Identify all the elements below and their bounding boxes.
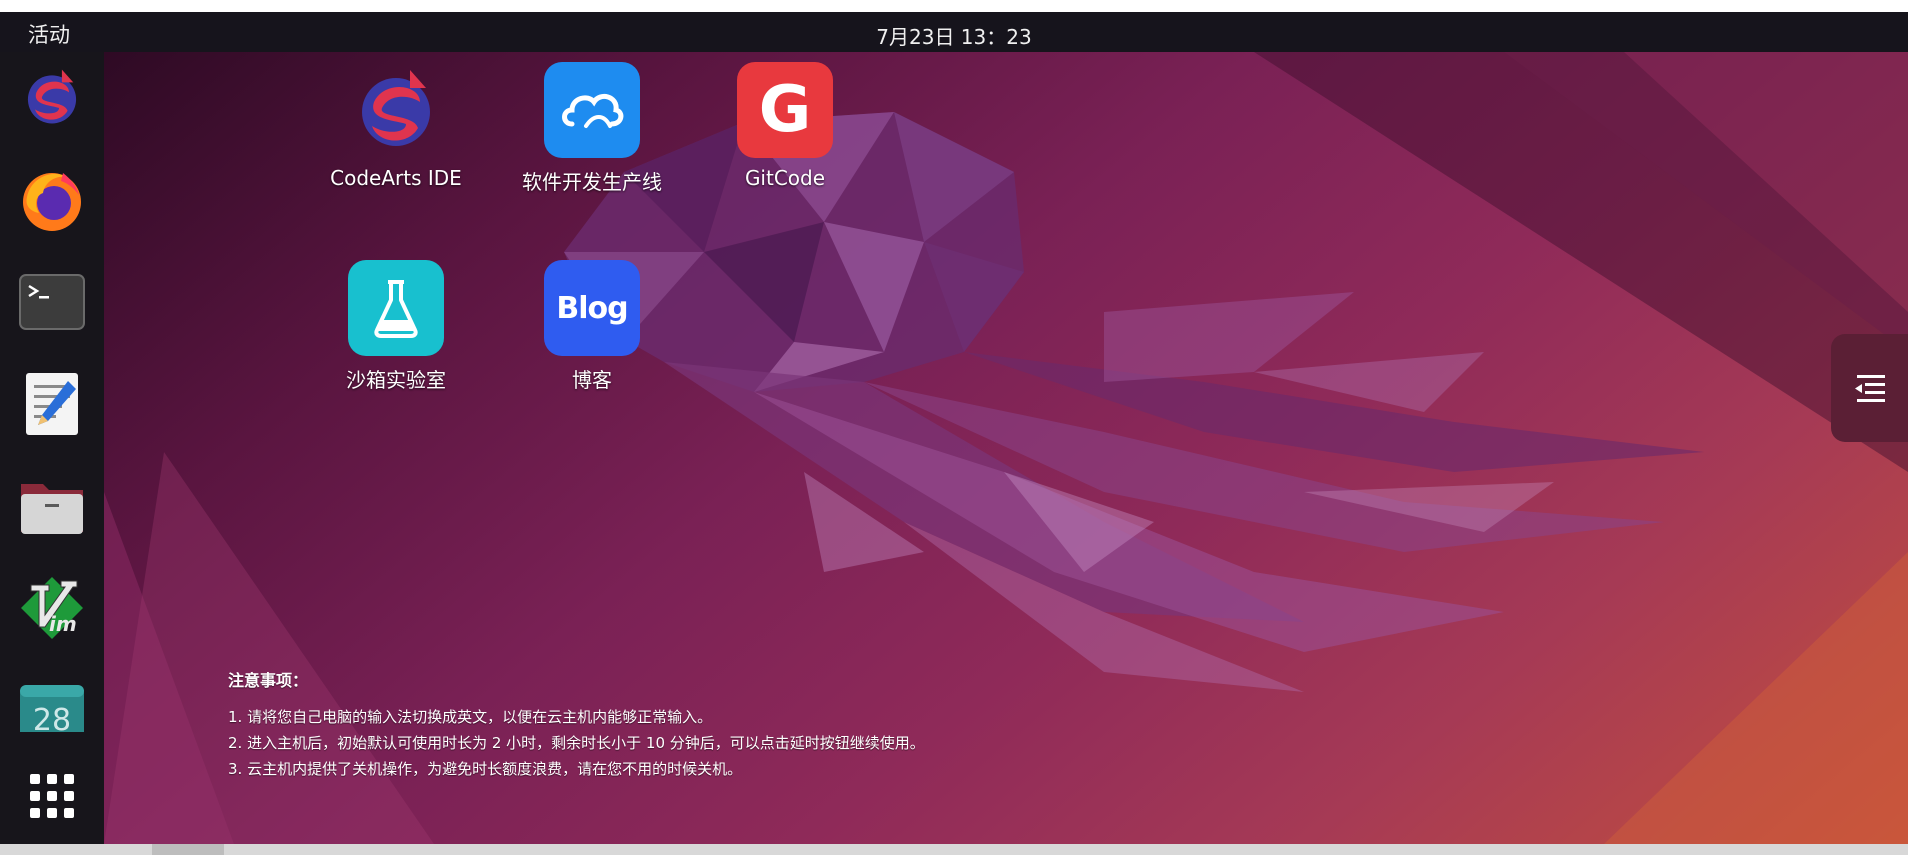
blog-glyph: Blog (556, 290, 628, 326)
vim-icon-text: im (49, 612, 77, 636)
scrollbar-thumb[interactable] (152, 844, 224, 855)
dock-item-vim[interactable]: im (18, 574, 86, 642)
notice-block: 注意事项： 1. 请将您自己电脑的输入法切换成英文，以便在云主机内能够正常输入。… (228, 668, 925, 782)
vim-icon: im (21, 577, 83, 639)
dock-item-text-editor[interactable] (18, 370, 86, 438)
wallpaper: CodeArts IDE 软件开发生产线 G GitCode 沙箱实验室 Blo… (104, 52, 1908, 844)
dock-item-terminal[interactable] (18, 268, 86, 336)
codearts-icon (27, 69, 77, 124)
terminal-icon (19, 274, 85, 330)
desktop-icon-sandbox-lab[interactable]: 沙箱实验室 (306, 260, 486, 393)
dock-item-files[interactable] (18, 472, 86, 540)
calendar-day: 28 (33, 703, 71, 732)
desktop-icon-label: GitCode (744, 166, 826, 190)
dock-item-codearts-ide[interactable] (18, 64, 86, 132)
notice-title: 注意事项： (228, 671, 309, 690)
desktop-icon-label: 博客 (572, 368, 612, 392)
dock-item-firefox[interactable] (18, 166, 86, 234)
app-grid-icon (30, 774, 74, 818)
notice-line: 1. 请将您自己电脑的输入法切换成英文，以便在云主机内能够正常输入。 (228, 708, 713, 726)
desktop-icon-codearts-ide[interactable]: CodeArts IDE (306, 62, 486, 190)
desktop-icon-label: 沙箱实验室 (346, 368, 446, 392)
calendar-icon: 28 (20, 685, 84, 732)
desktop-icon-label: 软件开发生产线 (522, 170, 662, 194)
text-editor-icon (26, 373, 78, 435)
folder-icon (21, 484, 83, 534)
blog-icon: Blog (544, 260, 640, 356)
flask-icon (348, 260, 444, 356)
cloud-icon (544, 62, 640, 158)
menu-collapse-icon (1854, 375, 1885, 402)
side-panel-toggle-button[interactable] (1831, 334, 1908, 442)
desktop-icon-blog[interactable]: Blog 博客 (502, 260, 682, 393)
desktop-icon-gitcode[interactable]: G GitCode (695, 62, 875, 190)
desktop-screen: CodeArts IDE 软件开发生产线 G GitCode 沙箱实验室 Blo… (0, 12, 1908, 844)
codearts-icon (348, 62, 444, 158)
desktop-icon-devops[interactable]: 软件开发生产线 (502, 62, 682, 195)
gitcode-icon: G (737, 62, 833, 158)
desktop-icon-label: CodeArts IDE (330, 166, 462, 190)
notice-line: 2. 进入主机后，初始默认可使用时长为 2 小时，剩余时长小于 10 分钟后，可… (228, 734, 925, 752)
clock[interactable]: 7月23日 13：23 (0, 21, 1908, 50)
dock-item-calendar[interactable]: 28 (18, 684, 86, 732)
show-apps-button[interactable] (18, 762, 86, 830)
notice-line: 3. 云主机内提供了关机操作，为避免时长额度浪费，请在您不用的时候关机。 (228, 760, 743, 778)
horizontal-scrollbar[interactable] (0, 844, 1908, 855)
gitcode-glyph: G (758, 73, 812, 147)
dock: im 28 (0, 52, 104, 844)
top-bar: 活动 7月23日 13：23 (0, 12, 1908, 52)
firefox-icon (23, 173, 81, 231)
